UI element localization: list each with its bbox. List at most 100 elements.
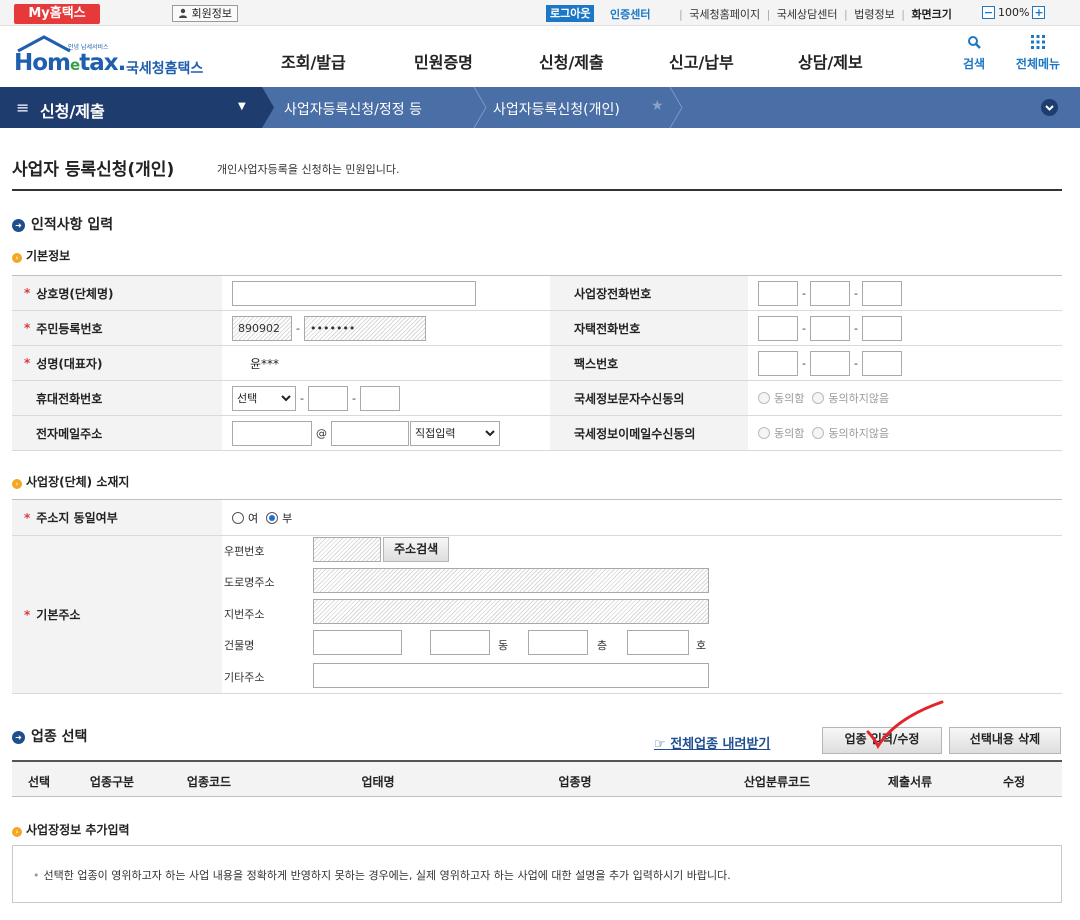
all-menu-button[interactable]: 전체메뉴	[1010, 35, 1066, 72]
breadcrumb-expand-button[interactable]	[1041, 99, 1058, 116]
col-select: 선택	[27, 775, 51, 789]
basic-info-table: * 상호명(단체명) 사업장전화번호 - - * 주민등록번호 890902- ••…	[12, 275, 1062, 451]
email-domain-input[interactable]	[331, 420, 409, 446]
email-domain-select[interactable]: 직접입력	[410, 420, 500, 446]
delete-selected-button[interactable]: 선택내용 삭제	[949, 727, 1061, 754]
building-ho-input[interactable]	[627, 630, 689, 655]
page-description: 개인사업자등록을 신청하는 민원입니다.	[217, 163, 400, 176]
member-info-label: 회원정보	[191, 7, 232, 20]
member-info-button[interactable]: 회원정보	[172, 5, 238, 22]
fax-2-input[interactable]	[809, 350, 850, 376]
gnb-report-payment[interactable]: 신고/납부	[669, 49, 734, 73]
breadcrumb-level2[interactable]: 사업자등록신청/정정 등	[284, 99, 422, 119]
home-phone-1-input[interactable]	[758, 315, 798, 341]
home-phone-3-input[interactable]	[861, 315, 902, 341]
email-id-input[interactable]	[232, 420, 312, 446]
postcode-input	[313, 537, 381, 562]
zoom-out-button[interactable]: −	[982, 5, 995, 19]
notice-text: • 선택한 업종이 영위하고자 하는 사업 내용을 정확하게 반영하지 못하는 경…	[33, 869, 731, 882]
screen-size-label: 화면크기	[911, 8, 952, 21]
same-address-no-radio[interactable]: 부	[266, 510, 292, 526]
address-search-button[interactable]: 주소검색	[383, 537, 450, 562]
bullet-circle-icon: ›	[12, 253, 22, 263]
mobile-2-input[interactable]	[307, 385, 348, 411]
home-phone-2-input[interactable]	[809, 315, 850, 341]
hamburger-icon: ≡	[16, 98, 30, 117]
company-name-input[interactable]	[232, 280, 476, 306]
other-address-input[interactable]	[313, 663, 709, 688]
myhome-button[interactable]: My홈택스	[14, 4, 100, 24]
email-consent-agree-radio[interactable]: 동의함	[758, 425, 804, 441]
col-industry-type: 업종구분	[89, 775, 135, 789]
chevron-down-icon	[485, 422, 495, 455]
email-consent-disagree-radio[interactable]: 동의하지않음	[812, 425, 889, 441]
sms-consent-agree-radio[interactable]: 동의함	[758, 390, 804, 406]
email-label: 전자메일주소	[12, 416, 222, 450]
search-button[interactable]: 검색	[958, 35, 990, 72]
table-row: * 기본주소 우편번호 주소검색 도로명주소 지번주소 건물명 동 층 호 기타주…	[12, 536, 1062, 694]
fax-1-input[interactable]	[758, 350, 798, 376]
grid-menu-icon	[1010, 35, 1066, 51]
separator: |	[679, 8, 683, 21]
email-at-symbol: @	[316, 426, 327, 440]
representative-name-value: 윤***	[250, 356, 280, 371]
consult-center-link[interactable]: 국세상담센터	[777, 8, 838, 21]
law-info-link[interactable]: 법령정보	[854, 8, 894, 21]
utility-bar: My홈택스 회원정보 로그아웃 인증센터 | 국세청홈페이지 | 국세상담센터 …	[0, 0, 1080, 26]
home-phone-label: 자택전화번호	[550, 311, 748, 345]
col-industry-code: 업종코드	[186, 775, 232, 789]
site-header: 안녕 납세서비스 Hometax. 국세청홈택스 조회/발급 민원증명 신청/제…	[0, 27, 1080, 85]
biz-phone-1-input[interactable]	[758, 280, 798, 306]
mobile-label: 휴대전화번호	[12, 381, 222, 415]
table-row: * 주소지 동일여부 여 부	[12, 500, 1062, 536]
red-checkmark-icon	[866, 700, 944, 750]
logo-wordmark: Hometax.	[14, 50, 126, 76]
resident-no-back-input: •••••••	[303, 315, 426, 341]
breadcrumb-arrow-icon	[473, 87, 487, 128]
col-documents: 제출서류	[887, 775, 933, 789]
gnb-application[interactable]: 신청/제출	[539, 49, 604, 73]
company-name-label: * 상호명(단체명)	[12, 276, 222, 310]
subsection-address: › 사업장(단체) 소재지	[12, 473, 129, 490]
resident-no-label: * 주민등록번호	[12, 311, 222, 345]
nts-homepage-link[interactable]: 국세청홈페이지	[689, 8, 760, 21]
sms-consent-disagree-radio[interactable]: 동의하지않음	[812, 390, 889, 406]
breadcrumb-level1[interactable]: ≡ 신청/제출 ▼	[0, 87, 262, 128]
separator: |	[766, 8, 771, 21]
fax-3-input[interactable]	[861, 350, 902, 376]
subsection-basic-info: › 기본정보	[12, 247, 70, 264]
ho-label: 호	[696, 639, 707, 652]
mobile-carrier-select[interactable]: 선택	[232, 385, 296, 411]
breadcrumb-arrow-icon	[669, 87, 683, 128]
section-personal-info: ➜ 인적사항 입력	[12, 214, 113, 234]
biz-phone-label: 사업장전화번호	[550, 276, 748, 310]
zoom-in-button[interactable]: +	[1032, 5, 1046, 19]
breadcrumb-level3[interactable]: 사업자등록신청(개인)	[493, 99, 620, 119]
building-dong-input[interactable]	[430, 630, 490, 655]
bullet-circle-icon: ›	[12, 479, 22, 489]
col-industry-name: 업종명	[558, 775, 592, 789]
table-row: * 상호명(단체명) 사업장전화번호 - -	[12, 276, 1062, 311]
col-edit: 수정	[1002, 775, 1026, 789]
logout-button[interactable]: 로그아웃	[546, 5, 595, 22]
building-floor-input[interactable]	[528, 630, 588, 655]
lot-address-input	[313, 599, 709, 624]
extra-info-notice: • 선택한 업종이 영위하고자 하는 사업 내용을 정확하게 반영하지 못하는 경…	[12, 845, 1062, 903]
lot-address-label: 지번주소	[224, 608, 265, 621]
gnb-consult[interactable]: 상담/제보	[798, 49, 863, 73]
gnb-certificate[interactable]: 민원증명	[414, 49, 473, 73]
biz-phone-2-input[interactable]	[809, 280, 850, 306]
download-all-industries-link[interactable]: ☞ 전체업종 내려받기	[654, 733, 770, 752]
mobile-3-input[interactable]	[359, 385, 400, 411]
hometax-logo[interactable]: 안녕 납세서비스 Hometax. 국세청홈택스	[14, 35, 214, 77]
all-menu-label: 전체메뉴	[1015, 57, 1061, 71]
cert-center-link[interactable]: 인증센터	[610, 6, 650, 22]
biz-phone-3-input[interactable]	[861, 280, 902, 306]
same-address-yes-radio[interactable]: 여	[232, 510, 258, 526]
floor-label: 층	[597, 639, 608, 652]
building-name-label: 건물명	[224, 639, 255, 652]
gnb-inquiry[interactable]: 조회/발급	[281, 49, 346, 73]
favorite-star-icon[interactable]: ★	[651, 98, 664, 114]
building-name-input[interactable]	[313, 630, 402, 655]
utility-links: | 국세청홈페이지 | 국세상담센터 | 법령정보 | 화면크기	[676, 6, 952, 22]
